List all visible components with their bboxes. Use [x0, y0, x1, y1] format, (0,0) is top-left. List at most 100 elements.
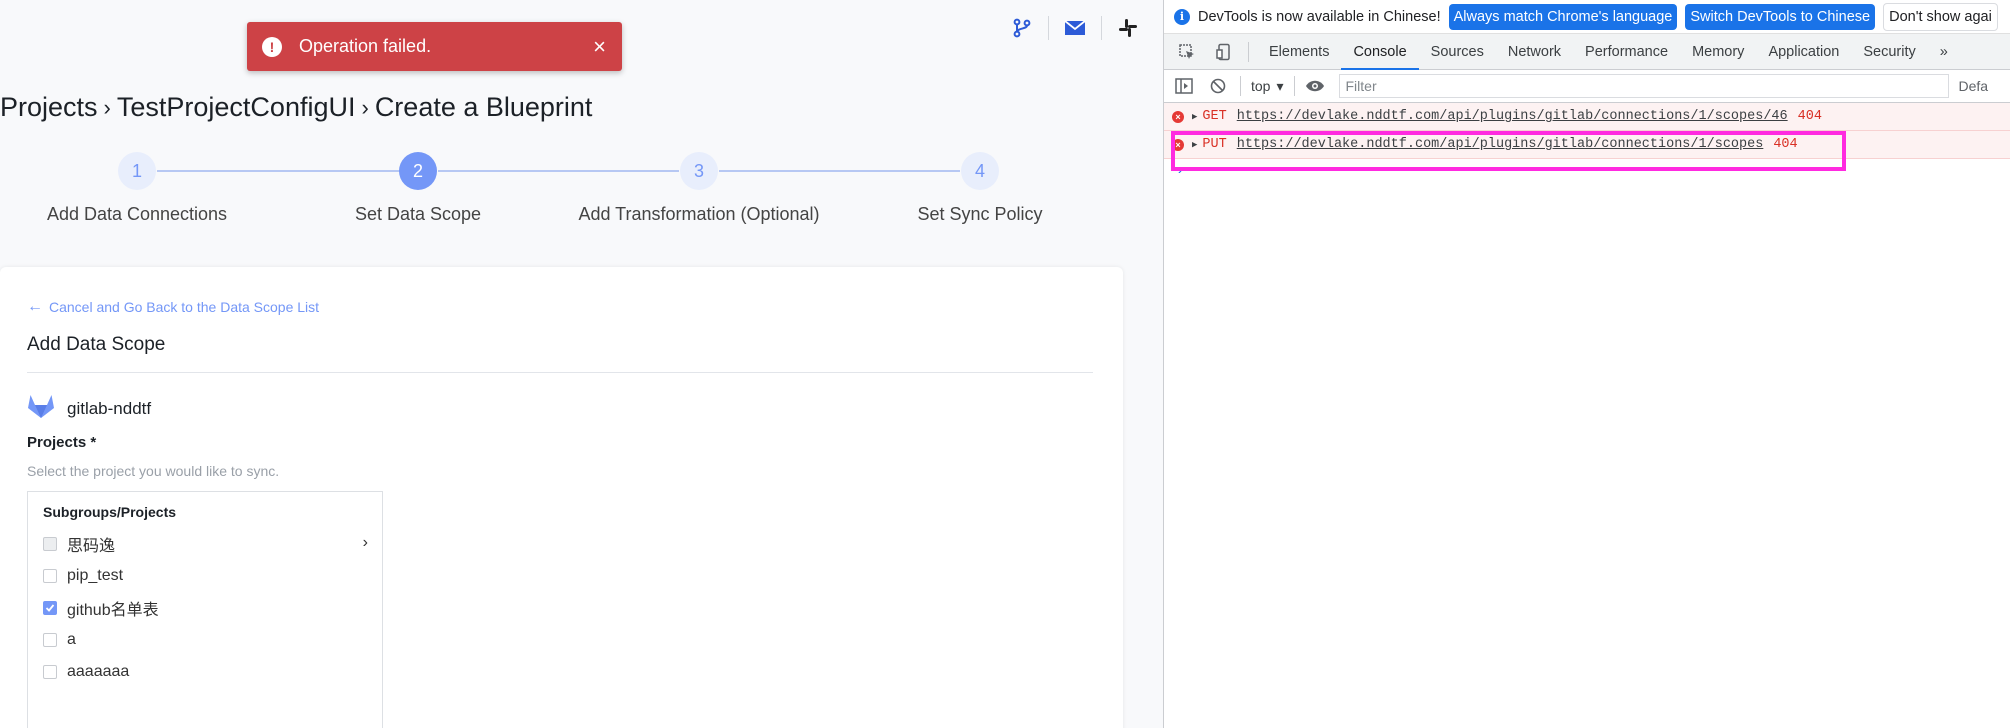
inspect-element-icon[interactable]	[1172, 37, 1202, 67]
tab-security[interactable]: Security	[1851, 34, 1927, 70]
console-filter-input[interactable]: Filter	[1338, 74, 1949, 98]
mail-icon[interactable]	[1063, 16, 1087, 40]
toolbar-divider	[1293, 76, 1295, 96]
connection-name: gitlab-nddtf	[67, 398, 152, 418]
context-value: top	[1251, 78, 1271, 94]
breadcrumb-current: Create a Blueprint	[374, 92, 593, 122]
request-url-link[interactable]: https://devlake.nddtf.com/api/plugins/gi…	[1237, 137, 1764, 152]
console-error-row[interactable]: × ▶ PUT https://devlake.nddtf.com/api/pl…	[1164, 131, 2010, 159]
tab-memory[interactable]: Memory	[1680, 34, 1756, 70]
back-to-scope-list-link[interactable]: ← Cancel and Go Back to the Data Scope L…	[27, 298, 319, 316]
icon-divider	[1101, 16, 1102, 40]
step-3: 3 Add Transformation (Optional)	[559, 150, 839, 225]
slack-icon[interactable]	[1116, 16, 1140, 40]
checkbox[interactable]	[43, 537, 57, 551]
error-icon: !	[262, 36, 282, 57]
step-label: Set Sync Policy	[917, 204, 1043, 224]
gitlab-icon	[27, 393, 55, 424]
top-icons	[1010, 16, 1140, 40]
infobar-text: DevTools is now available in Chinese!	[1198, 8, 1441, 25]
git-branch-icon[interactable]	[1010, 16, 1034, 40]
toolbar-divider	[1248, 41, 1249, 62]
tab-application[interactable]: Application	[1756, 34, 1851, 70]
expand-triangle-icon[interactable]: ▶	[1192, 140, 1197, 150]
error-circle-icon: ×	[1172, 138, 1184, 151]
clear-console-icon[interactable]	[1204, 72, 1232, 100]
checkbox-checked[interactable]	[43, 601, 57, 615]
projects-label: Projects *	[27, 434, 97, 451]
request-url-link[interactable]: https://devlake.nddtf.com/api/plugins/gi…	[1237, 109, 1788, 124]
project-row[interactable]: pip_test	[43, 564, 368, 588]
project-list-header: Subgroups/Projects	[43, 504, 177, 520]
data-scope-card: ← Cancel and Go Back to the Data Scope L…	[0, 267, 1123, 728]
device-toolbar-icon[interactable]	[1210, 37, 1240, 67]
context-selector[interactable]: top ▾	[1251, 78, 1284, 95]
language-infobar: i DevTools is now available in Chinese! …	[1164, 0, 2010, 34]
project-row[interactable]: 思码逸 ›	[43, 532, 368, 556]
console-toolbar: top ▾ Filter Defa	[1164, 70, 2010, 103]
step-label: Add Data Connections	[46, 204, 228, 224]
projects-hint: Select the project you would like to syn…	[27, 463, 280, 479]
checkbox[interactable]	[43, 569, 57, 583]
tab-elements[interactable]: Elements	[1257, 34, 1341, 70]
app-panel: ! Operation failed. × Projects › TestPro…	[0, 0, 1163, 728]
more-tabs-icon[interactable]: »	[1928, 34, 1960, 70]
tab-console[interactable]: Console	[1341, 34, 1419, 70]
project-row[interactable]: github名单表	[43, 596, 368, 620]
devtools-tabs: Elements Console Sources Network Perform…	[1164, 34, 2010, 70]
breadcrumb-separator: ›	[361, 94, 369, 120]
console-error-row[interactable]: × ▶ GET https://devlake.nddtf.com/api/pl…	[1164, 103, 2010, 131]
step-2: 2 Set Data Scope	[278, 150, 558, 225]
project-selector: Subgroups/Projects 思码逸 › pip_test github…	[27, 491, 383, 728]
screenshot-root: { "toast": { "message": "Operation faile…	[0, 0, 2010, 728]
step-1: 1 Add Data Connections	[0, 150, 277, 225]
step-number: 2	[399, 152, 437, 190]
breadcrumb-project[interactable]: TestProjectConfigUI	[117, 92, 356, 123]
request-method: PUT	[1202, 137, 1227, 152]
check-icon	[45, 604, 55, 612]
log-levels-dropdown[interactable]: Defa	[1959, 78, 1989, 94]
info-icon: i	[1174, 8, 1190, 25]
step-number: 3	[680, 152, 718, 190]
connection-header: gitlab-nddtf	[27, 393, 151, 424]
step-number: 4	[961, 152, 999, 190]
console-prompt[interactable]: ›	[1164, 159, 2010, 183]
project-row[interactable]: a	[43, 628, 368, 652]
step-number: 1	[118, 152, 156, 190]
switch-to-chinese-button[interactable]: Switch DevTools to Chinese	[1685, 3, 1876, 30]
live-expression-eye-icon[interactable]	[1301, 72, 1329, 100]
stepper: 1 Add Data Connections 2 Set Data Scope …	[0, 150, 1163, 230]
project-name: a	[67, 631, 76, 648]
project-name: github名单表	[67, 602, 159, 619]
back-link-label: Cancel and Go Back to the Data Scope Lis…	[49, 299, 320, 315]
status-code: 404	[1797, 109, 1822, 124]
error-circle-icon: ×	[1172, 110, 1184, 123]
chevron-down-icon: ▾	[1276, 77, 1284, 94]
chevron-right-icon[interactable]: ›	[363, 534, 368, 552]
toolbar-divider	[1240, 76, 1241, 96]
match-language-button[interactable]: Always match Chrome's language	[1448, 3, 1678, 30]
expand-triangle-icon[interactable]: ▶	[1192, 112, 1197, 122]
project-name: 思码逸	[67, 538, 116, 555]
toast-close-icon[interactable]: ×	[593, 34, 606, 60]
breadcrumb-projects[interactable]: Projects	[0, 92, 98, 123]
tab-sources[interactable]: Sources	[1419, 34, 1496, 70]
checkbox[interactable]	[43, 633, 57, 647]
breadcrumb-separator: ›	[103, 94, 111, 120]
step-label: Set Data Scope	[354, 204, 482, 224]
step-label: Add Transformation (Optional)	[578, 204, 820, 224]
toast-message: Operation failed.	[299, 36, 432, 56]
request-method: GET	[1202, 109, 1227, 124]
devtools-panel: i DevTools is now available in Chinese! …	[1163, 0, 2010, 728]
tab-performance[interactable]: Performance	[1573, 34, 1680, 70]
project-row[interactable]: aaaaaaa	[43, 660, 368, 684]
status-code: 404	[1773, 137, 1798, 152]
dont-show-again-button[interactable]: Don't show agai	[1883, 2, 1998, 31]
divider	[27, 372, 1093, 373]
checkbox[interactable]	[43, 665, 57, 679]
tab-network[interactable]: Network	[1496, 34, 1573, 70]
icon-divider	[1048, 16, 1049, 40]
breadcrumb: Projects › TestProjectConfigUI › Create …	[0, 92, 592, 123]
show-sidebar-icon[interactable]	[1170, 72, 1198, 100]
project-name: pip_test	[67, 567, 124, 584]
